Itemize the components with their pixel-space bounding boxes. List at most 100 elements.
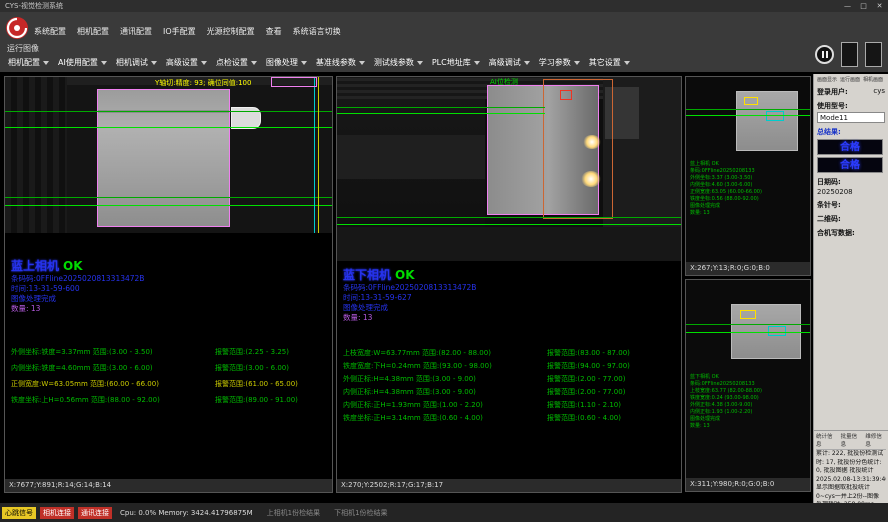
alarm-range: 报警范围:(2.00 - 77.00) xyxy=(547,373,625,386)
login-user-field: 登录用户: cys xyxy=(817,87,885,97)
measurement-rows: 外侧坐标:铁度=3.37mm 范围:(3.00 - 3.50)报警范围:(2.2… xyxy=(11,344,332,408)
comm-link-indicator: 通讯连接 xyxy=(78,507,112,519)
stats-tabs: 统计信息 批量信息 维修信息 xyxy=(816,432,886,450)
pixel-coordinate-bar: X:311;Y:980;R:0;G:0;B:0 xyxy=(686,478,810,491)
tool-other-settings[interactable]: 其它设置 xyxy=(589,57,630,68)
tool-camera-config[interactable]: 相机配置 xyxy=(8,57,49,68)
app-window: CYS-视觉检测系统 — □ ✕ 系统配置 相机配置 通讯配置 IO手配置 光源… xyxy=(0,0,888,522)
qr-code-field: 二维码: xyxy=(817,214,885,224)
camera-icon xyxy=(845,47,855,56)
tool-label: 图像处理 xyxy=(266,57,298,68)
guide-line-vertical xyxy=(314,77,315,233)
product-region xyxy=(97,89,230,227)
camera-panel-lower: AI位检测 蓝下相机OK 条码码:0FFline2025020813313472… xyxy=(336,76,682,493)
result-ok: OK xyxy=(63,259,83,273)
measure-value: 内侧坐标:铁度=4.60mm 范围:(3.00 - 6.00) xyxy=(11,360,215,376)
snapshot-button-red[interactable] xyxy=(865,42,882,67)
side-line: 内侧坐标:4.60 (3.00-6.00) xyxy=(690,182,762,189)
tool-advanced-settings[interactable]: 高级设置 xyxy=(166,57,207,68)
side-line: 图像处理完成 xyxy=(690,203,762,210)
measurement-row: 内侧正标:正H=1.93mm 范围:(1.00 - 2.20)报警范围:(1.1… xyxy=(343,399,681,412)
menu-system-config[interactable]: 系统配置 xyxy=(34,26,66,37)
axis-overlay-text: Y轴切:精度: 93; 确位同值:100 xyxy=(155,78,251,88)
tool-label: AI使用配置 xyxy=(58,57,98,68)
count-line: 数量: 13 xyxy=(343,313,681,323)
minimize-icon[interactable]: — xyxy=(842,1,853,11)
chevron-down-icon xyxy=(524,61,530,65)
side-view-upper: 蓝上相机 OK 条码:0FFline20250208133 外侧坐标:3.37 … xyxy=(685,76,811,276)
snapshot-button-blue[interactable] xyxy=(841,42,858,67)
measure-value: 上枝宽度:W=63.77mm 范围:(82.00 - 88.00) xyxy=(343,347,547,360)
camera-name: 蓝下相机 xyxy=(343,268,391,282)
tool-plc-address[interactable]: PLC地址库 xyxy=(432,57,480,68)
menu-view[interactable]: 查看 xyxy=(266,26,282,37)
alarm-range: 报警范围:(0.60 - 4.00) xyxy=(547,412,621,425)
tool-learning-params[interactable]: 学习参数 xyxy=(539,57,580,68)
side-readout: 蓝上相机 OK 条码:0FFline20250208133 外侧坐标:3.37 … xyxy=(690,161,762,217)
display-mode-option[interactable]: 运行画面 xyxy=(840,76,860,83)
side-line: 内侧正标:1.93 (1.00-2.20) xyxy=(690,409,762,416)
display-mode-option[interactable]: 画面显示 xyxy=(817,76,837,83)
tool-ai-config[interactable]: AI使用配置 xyxy=(58,57,107,68)
date-code-label: 日期码: xyxy=(817,178,841,186)
measurement-row: 外侧坐标:铁度=3.37mm 范围:(3.00 - 3.50)报警范围:(2.2… xyxy=(11,344,332,360)
tool-label: 高级调试 xyxy=(489,57,521,68)
roi-box xyxy=(766,111,784,121)
tool-label: 点检设置 xyxy=(216,57,248,68)
login-user-value: cys xyxy=(873,87,885,97)
menu-io-config[interactable]: IO手配置 xyxy=(163,26,196,37)
menu-language[interactable]: 系统语言切换 xyxy=(293,26,341,37)
model-select[interactable]: Mode11 xyxy=(817,112,885,123)
toolbar: 相机配置 AI使用配置 相机调试 高级设置 点检设置 图像处理 基准线参数 测试… xyxy=(8,57,630,68)
side-line: 图像处理完成 xyxy=(690,416,762,423)
roi-box xyxy=(740,310,756,319)
time-line: 时间:13-31-59-627 xyxy=(343,293,681,303)
display-mode-header: 画面显示 运行画面 相机画面 xyxy=(817,76,885,83)
measurement-row: 外侧正标:H=4.38mm 范围:(3.00 - 9.00)报警范围:(2.00… xyxy=(343,373,681,386)
menu-comm-config[interactable]: 通讯配置 xyxy=(120,26,152,37)
record-icon xyxy=(869,47,879,56)
guide-line xyxy=(5,127,332,128)
window-controls: — □ ✕ xyxy=(842,1,885,11)
date-code-value: 20250208 xyxy=(817,188,885,196)
tool-label: PLC地址库 xyxy=(432,57,471,68)
chevron-down-icon xyxy=(417,61,423,65)
side-line: 外侧坐标:3.37 (3.00-3.50) xyxy=(690,175,762,182)
window-title: CYS-视觉检测系统 xyxy=(5,2,63,10)
tool-image-processing[interactable]: 图像处理 xyxy=(266,57,307,68)
chevron-down-icon xyxy=(474,61,480,65)
tool-camera-debug[interactable]: 相机调试 xyxy=(116,57,157,68)
time-line: 时间:13-31-59-600 xyxy=(11,284,332,294)
camera-name: 蓝上相机 xyxy=(11,259,59,273)
info-panel: 画面显示 运行画面 相机画面 登录用户: cys 使用型号: Mode11 总结… xyxy=(813,74,888,430)
maximize-icon[interactable]: □ xyxy=(858,1,869,11)
tool-advanced-debug[interactable]: 高级调试 xyxy=(489,57,530,68)
measure-value: 外侧正标:H=4.38mm 范围:(3.00 - 9.00) xyxy=(343,373,547,386)
stats-line: 0, 批投图据 批投统计 xyxy=(816,467,886,476)
close-icon[interactable]: ✕ xyxy=(874,1,885,11)
menu-light-config[interactable]: 光源控制配置 xyxy=(207,26,255,37)
model-field: 使用型号: Mode11 xyxy=(817,101,885,123)
pin-number-label: 条针号: xyxy=(817,201,841,209)
machine-rail xyxy=(5,77,67,233)
menu-bar: 系统配置 相机配置 通讯配置 IO手配置 光源控制配置 查看 系统语言切换 xyxy=(34,26,341,37)
side-line: 铁度宽度:0.24 (93.00-98.00) xyxy=(690,395,762,402)
menu-camera-config[interactable]: 相机配置 xyxy=(77,26,109,37)
alarm-range: 报警范围:(2.25 - 3.25) xyxy=(215,344,289,360)
chevron-down-icon xyxy=(43,61,49,65)
pause-icon xyxy=(826,51,828,58)
total-result-label: 总结果: xyxy=(817,128,841,136)
tab-batch[interactable]: 批量信息 xyxy=(841,432,862,448)
tab-maintenance[interactable]: 维修信息 xyxy=(865,432,886,448)
tool-spot-check[interactable]: 点检设置 xyxy=(216,57,257,68)
tool-test-params[interactable]: 测试线参数 xyxy=(374,57,423,68)
run-image-label: 运行图像 xyxy=(7,43,39,54)
highlight-spot xyxy=(581,171,601,187)
side-line: 铁度坐标:0.56 (88.00-92.00) xyxy=(690,196,762,203)
stats-line: 显示图据取批投统计 xyxy=(816,484,886,493)
tool-baseline-params[interactable]: 基准线参数 xyxy=(316,57,365,68)
display-mode-option[interactable]: 相机画面 xyxy=(863,76,883,83)
chevron-down-icon xyxy=(301,61,307,65)
pause-button[interactable] xyxy=(815,45,834,64)
tab-statistics[interactable]: 统计信息 xyxy=(816,432,837,448)
